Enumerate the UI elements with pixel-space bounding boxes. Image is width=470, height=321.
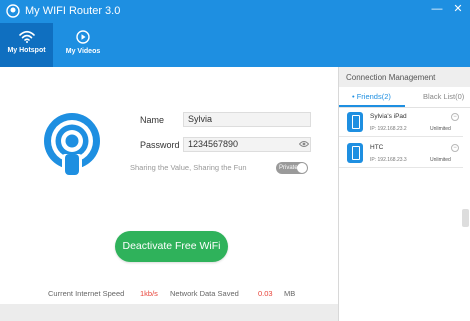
private-toggle-label: Private [279, 165, 298, 171]
device-ip: IP: 192.168.23.2 [370, 126, 407, 132]
tab-my-videos-label: My Videos [65, 48, 101, 55]
tab-my-hotspot-label: My Hotspot [7, 47, 46, 54]
internet-speed-value: 1kb/s [140, 289, 158, 298]
device-list-item[interactable]: HTC IP: 192.168.23.3 Unlimited − [339, 140, 463, 168]
connection-panel-header: Connection Management [339, 67, 470, 87]
play-circle-icon [76, 30, 90, 44]
device-ip: IP: 192.168.23.3 [370, 157, 407, 163]
password-label: Password [140, 140, 180, 150]
sharing-text: Sharing the Value, Sharing the Fun [130, 163, 247, 172]
tab-divider [339, 107, 470, 108]
show-password-eye-icon[interactable] [299, 140, 309, 148]
data-saved-label: Network Data Saved [170, 289, 239, 298]
status-footer [0, 304, 338, 321]
connection-panel-title: Connection Management [346, 73, 436, 82]
password-field[interactable]: 1234567890 [183, 137, 311, 152]
data-saved-value: 0.03 [258, 289, 273, 298]
tab-my-hotspot[interactable]: My Hotspot [0, 23, 53, 67]
connection-management-panel: Connection Management • Friends(2) Black… [338, 67, 470, 321]
name-field[interactable]: Sylvia [183, 112, 311, 127]
tab-blacklist[interactable]: Black List(0) [423, 89, 464, 104]
data-saved-unit: MB [284, 289, 296, 298]
deactivate-wifi-button[interactable]: Deactivate Free WiFi [115, 231, 228, 262]
hotspot-panel [0, 67, 338, 321]
router-logo-icon [6, 4, 20, 18]
internet-speed-label: Current Internet Speed [48, 289, 125, 298]
tab-friends-label: Friends(2) [356, 92, 391, 101]
hotspot-logo-icon [44, 113, 100, 178]
device-limit: Unlimited [430, 126, 451, 132]
close-button[interactable]: ✕ [450, 1, 466, 17]
device-phone-icon [347, 143, 363, 163]
minimize-button[interactable]: — [429, 1, 445, 17]
app-title: My WIFI Router 3.0 [25, 5, 121, 17]
name-label: Name [140, 115, 165, 125]
device-list-scrollbar[interactable] [462, 209, 469, 227]
tab-friends[interactable]: • Friends(2) [352, 89, 391, 104]
device-list-item[interactable]: Sylvia's iPad IP: 192.168.23.2 Unlimited… [339, 109, 463, 137]
device-limit: Unlimited [430, 157, 451, 163]
title-bar: My WIFI Router 3.0 — ✕ My Hotspot My Vid… [0, 0, 470, 67]
private-toggle[interactable]: Private [276, 162, 308, 174]
private-toggle-knob [297, 163, 307, 173]
device-more-icon[interactable]: − [451, 144, 459, 152]
device-name: Sylvia's iPad [370, 113, 407, 120]
tab-my-videos[interactable]: My Videos [56, 23, 110, 67]
device-name: HTC [370, 144, 384, 151]
wifi-icon [18, 30, 35, 43]
device-phone-icon [347, 112, 363, 132]
device-more-icon[interactable]: − [451, 113, 459, 121]
